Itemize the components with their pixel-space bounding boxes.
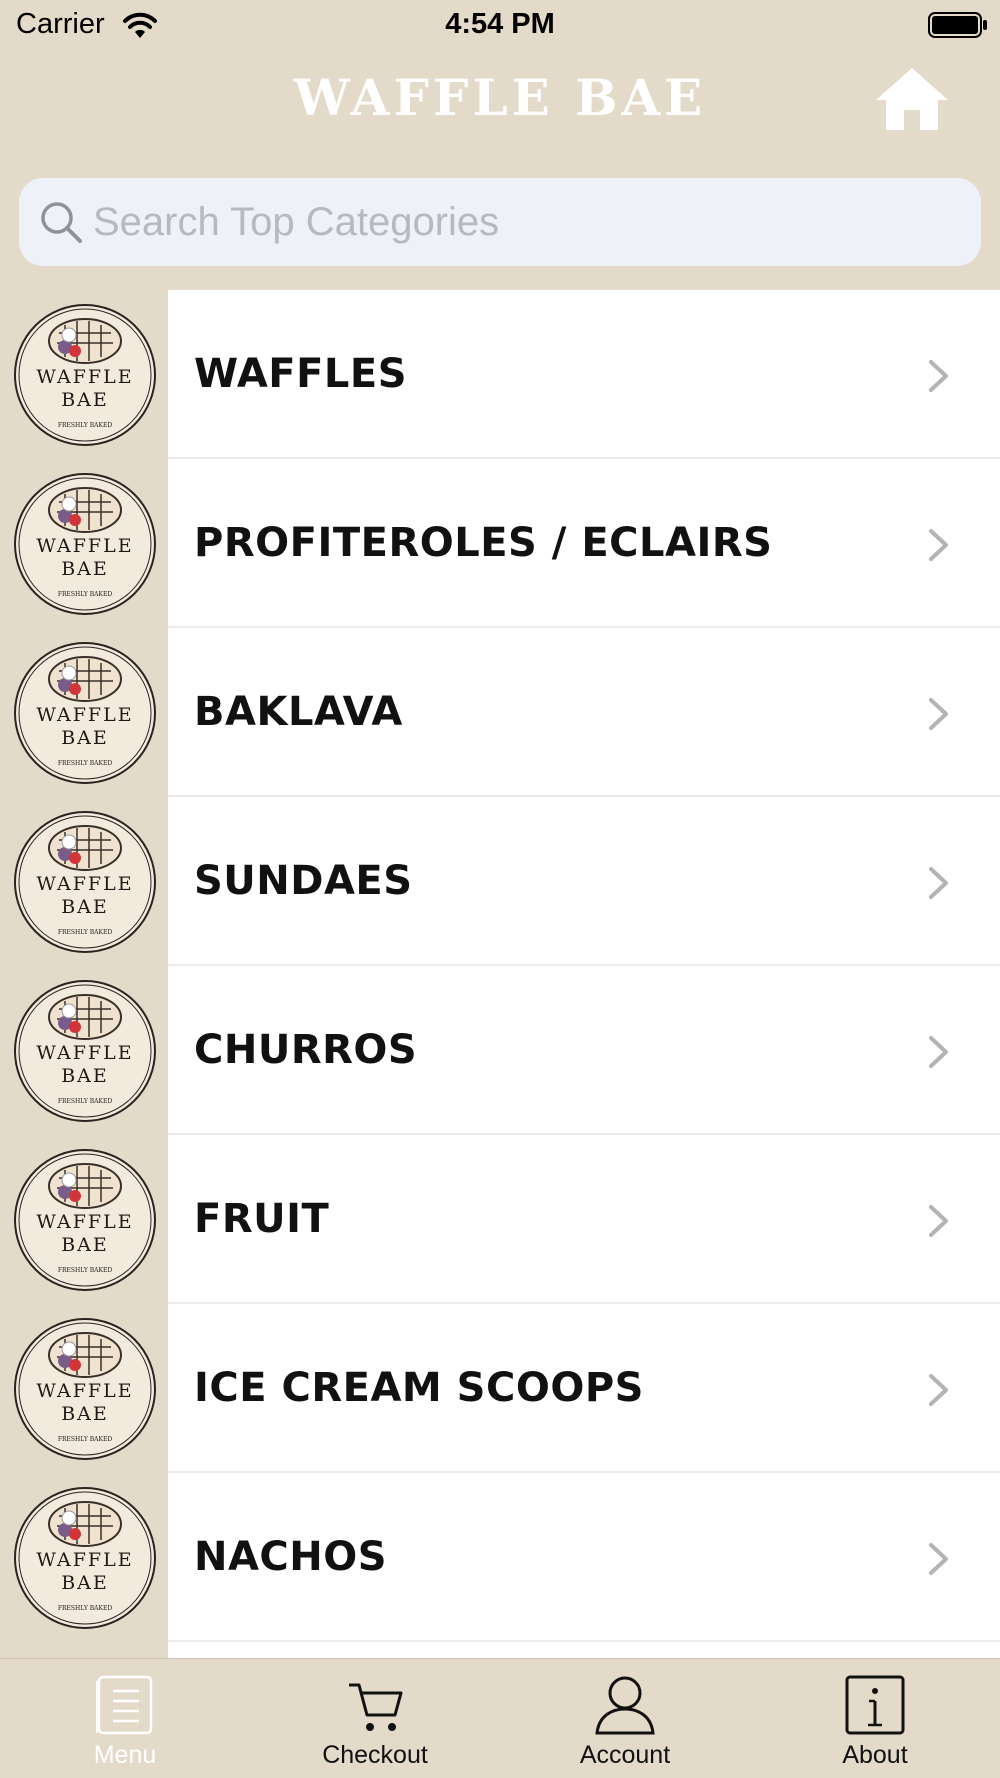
svg-text:BAE: BAE — [61, 727, 109, 749]
svg-text:BAE: BAE — [61, 558, 109, 580]
list-item[interactable] — [0, 1642, 1000, 1658]
tab-about[interactable]: About — [750, 1659, 1000, 1778]
waffle-bae-logo: WAFFLE BAE FRESHLY BAKED — [14, 1487, 156, 1629]
svg-text:WAFFLE: WAFFLE — [36, 535, 133, 557]
category-label: CHURROS — [194, 1027, 418, 1073]
thumbnail: WAFFLE BAE FRESHLY BAKED — [0, 1304, 168, 1473]
tab-bar: Menu Checkout Account About — [0, 1658, 1000, 1778]
person-icon — [595, 1676, 655, 1735]
svg-text:BAE: BAE — [61, 1234, 109, 1256]
waffle-bae-logo: WAFFLE BAE FRESHLY BAKED — [14, 1149, 156, 1291]
thumbnail: WAFFLE BAE FRESHLY BAKED — [0, 797, 168, 966]
category-label: NACHOS — [194, 1534, 388, 1580]
search-input[interactable] — [93, 178, 953, 266]
chevron-right-icon — [929, 1205, 948, 1237]
svg-text:WAFFLE: WAFFLE — [36, 1211, 133, 1233]
waffle-bae-logo: WAFFLE BAE FRESHLY BAKED — [14, 1318, 156, 1460]
svg-text:BAE: BAE — [61, 1065, 109, 1087]
list-item[interactable]: WAFFLE BAE FRESHLY BAKED ICE CREAM SCOOP… — [0, 1304, 1000, 1473]
chevron-right-icon — [929, 1374, 948, 1406]
svg-text:WAFFLE: WAFFLE — [36, 1549, 133, 1571]
category-list: WAFFLE BAE FRESHLY BAKED WAFFLES WAFFLE … — [0, 290, 1000, 1658]
category-label: SUNDAES — [194, 858, 413, 904]
waffle-bae-logo: WAFFLE BAE FRESHLY BAKED — [14, 980, 156, 1122]
cart-icon — [349, 1683, 403, 1731]
thumbnail: WAFFLE BAE FRESHLY BAKED — [0, 290, 168, 459]
svg-text:WAFFLE: WAFFLE — [36, 1042, 133, 1064]
thumbnail: WAFFLE BAE FRESHLY BAKED — [0, 628, 168, 797]
header-area: Carrier 4:54 PM WAFFLE BAE — [0, 0, 1000, 290]
svg-text:FRESHLY BAKED: FRESHLY BAKED — [58, 591, 112, 598]
chevron-right-icon — [929, 360, 948, 392]
thumbnail: WAFFLE BAE FRESHLY BAKED — [0, 459, 168, 628]
clock: 4:54 PM — [445, 8, 555, 40]
svg-text:WAFFLE: WAFFLE — [36, 704, 133, 726]
waffle-bae-logo: WAFFLE BAE FRESHLY BAKED — [14, 642, 156, 784]
svg-text:BAE: BAE — [61, 1403, 109, 1425]
tab-checkout[interactable]: Checkout — [250, 1659, 500, 1778]
svg-text:FRESHLY BAKED: FRESHLY BAKED — [58, 760, 112, 767]
search-icon — [41, 202, 82, 243]
category-label: BAKLAVA — [194, 689, 403, 735]
list-item[interactable]: WAFFLE BAE FRESHLY BAKED WAFFLES — [0, 290, 1000, 459]
tab-label: Checkout — [322, 1741, 428, 1769]
category-label: FRUIT — [194, 1196, 330, 1242]
search-bar[interactable] — [19, 178, 981, 266]
thumbnail: WAFFLE BAE FRESHLY BAKED — [0, 1473, 168, 1642]
svg-text:FRESHLY BAKED: FRESHLY BAKED — [58, 1098, 112, 1105]
list-item[interactable]: WAFFLE BAE FRESHLY BAKED SUNDAES — [0, 797, 1000, 966]
svg-text:FRESHLY BAKED: FRESHLY BAKED — [58, 1267, 112, 1274]
svg-text:WAFFLE: WAFFLE — [36, 873, 133, 895]
list-item[interactable]: WAFFLE BAE FRESHLY BAKED BAKLAVA — [0, 628, 1000, 797]
tab-label: Account — [579, 1741, 671, 1769]
category-label: PROFITEROLES / ECLAIRS — [194, 520, 773, 566]
category-label: ICE CREAM SCOOPS — [194, 1365, 644, 1411]
category-label: WAFFLES — [194, 351, 408, 397]
status-bar: Carrier 4:54 PM — [0, 0, 1000, 50]
svg-text:FRESHLY BAKED: FRESHLY BAKED — [58, 422, 112, 429]
svg-text:WAFFLE: WAFFLE — [36, 1380, 133, 1402]
battery-icon — [928, 12, 987, 38]
list-item[interactable]: WAFFLE BAE FRESHLY BAKED FRUIT — [0, 1135, 1000, 1304]
list-item[interactable]: WAFFLE BAE FRESHLY BAKED CHURROS — [0, 966, 1000, 1135]
svg-text:BAE: BAE — [61, 896, 109, 918]
chevron-right-icon — [929, 1543, 948, 1575]
tab-label: About — [842, 1741, 908, 1769]
tab-label: Menu — [93, 1741, 157, 1769]
thumbnail: WAFFLE BAE FRESHLY BAKED — [0, 966, 168, 1135]
thumbnail — [0, 1642, 168, 1658]
list-item[interactable]: WAFFLE BAE FRESHLY BAKED PROFITEROLES / … — [0, 459, 1000, 628]
chevron-right-icon — [929, 698, 948, 730]
svg-text:WAFFLE: WAFFLE — [36, 366, 133, 388]
svg-text:BAE: BAE — [61, 1572, 109, 1594]
waffle-bae-logo: WAFFLE BAE FRESHLY BAKED — [14, 811, 156, 953]
chevron-right-icon — [929, 529, 948, 561]
tab-menu[interactable]: Menu — [0, 1659, 250, 1778]
svg-text:FRESHLY BAKED: FRESHLY BAKED — [58, 929, 112, 936]
tab-account[interactable]: Account — [500, 1659, 750, 1778]
thumbnail: WAFFLE BAE FRESHLY BAKED — [0, 1135, 168, 1304]
app-title: WAFFLE BAE — [293, 68, 707, 127]
chevron-right-icon — [929, 1036, 948, 1068]
svg-text:FRESHLY BAKED: FRESHLY BAKED — [58, 1436, 112, 1443]
menu-icon — [96, 1675, 153, 1735]
svg-text:FRESHLY BAKED: FRESHLY BAKED — [58, 1605, 112, 1612]
home-icon[interactable] — [874, 66, 950, 132]
list-item[interactable]: WAFFLE BAE FRESHLY BAKED NACHOS — [0, 1473, 1000, 1642]
waffle-bae-logo: WAFFLE BAE FRESHLY BAKED — [14, 473, 156, 615]
svg-text:BAE: BAE — [61, 389, 109, 411]
chevron-right-icon — [929, 867, 948, 899]
info-icon — [845, 1675, 905, 1735]
waffle-bae-logo: WAFFLE BAE FRESHLY BAKED — [14, 304, 156, 446]
